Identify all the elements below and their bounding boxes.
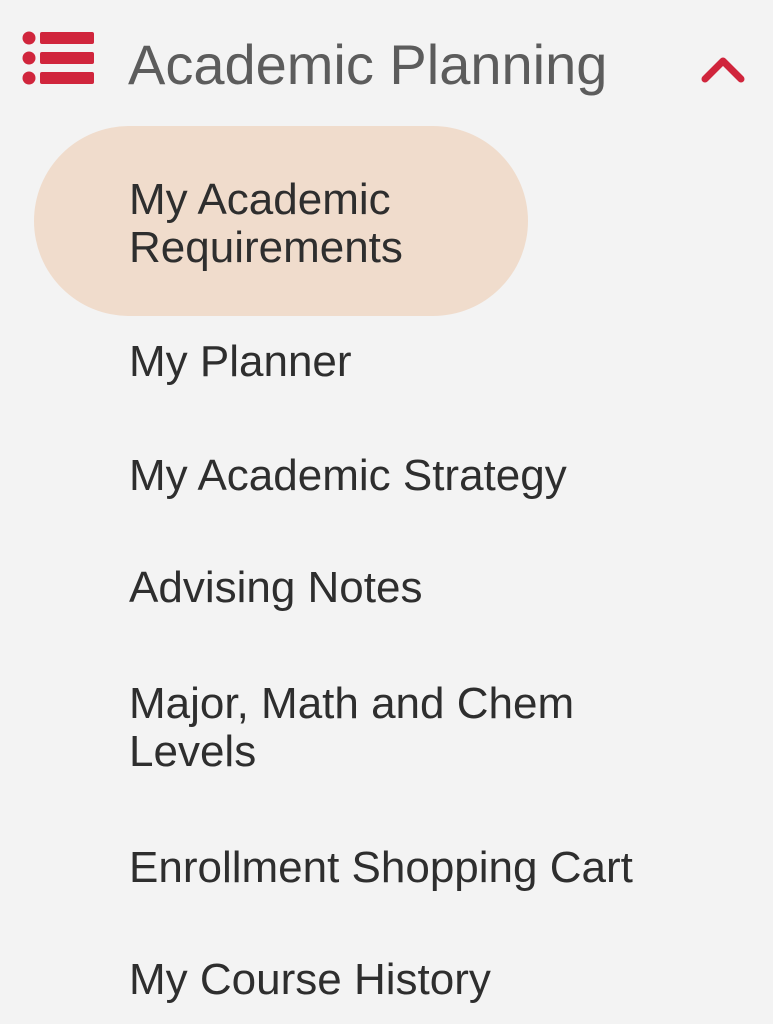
- menu-item-major-math-chem-levels[interactable]: Major, Math and Chem Levels: [0, 672, 773, 792]
- menu-item-label-line-1: My Academic: [129, 175, 391, 224]
- academic-planning-header[interactable]: Academic Planning: [0, 0, 773, 130]
- menu-item-my-planner[interactable]: My Planner: [0, 330, 773, 400]
- menu-item-enrollment-shopping-cart[interactable]: Enrollment Shopping Cart: [0, 836, 773, 906]
- menu-item-my-academic-requirements[interactable]: My Academic Requirements: [0, 126, 773, 316]
- academic-planning-panel: Academic Planning My Academic Requiremen…: [0, 0, 773, 1024]
- menu-item-my-course-history[interactable]: My Course History: [0, 948, 773, 1018]
- menu-item-advising-notes[interactable]: Advising Notes: [0, 556, 773, 626]
- menu-item-label: My Course History: [129, 955, 491, 1004]
- menu-item-label-line-1: Major, Math and Chem: [129, 679, 575, 728]
- section-title: Academic Planning: [128, 33, 608, 96]
- menu-item-label: My Planner: [129, 337, 352, 386]
- menu-item-label: Advising Notes: [129, 563, 423, 612]
- chevron-up-icon[interactable]: [700, 52, 746, 84]
- menu-item-label: My Academic Strategy: [129, 451, 567, 500]
- menu-item-label-line-2: Levels: [129, 727, 257, 776]
- list-icon: [22, 31, 94, 85]
- menu-item-my-academic-strategy[interactable]: My Academic Strategy: [0, 444, 773, 514]
- menu-item-label: Enrollment Shopping Cart: [129, 843, 633, 892]
- menu-item-label-line-2: Requirements: [129, 223, 403, 272]
